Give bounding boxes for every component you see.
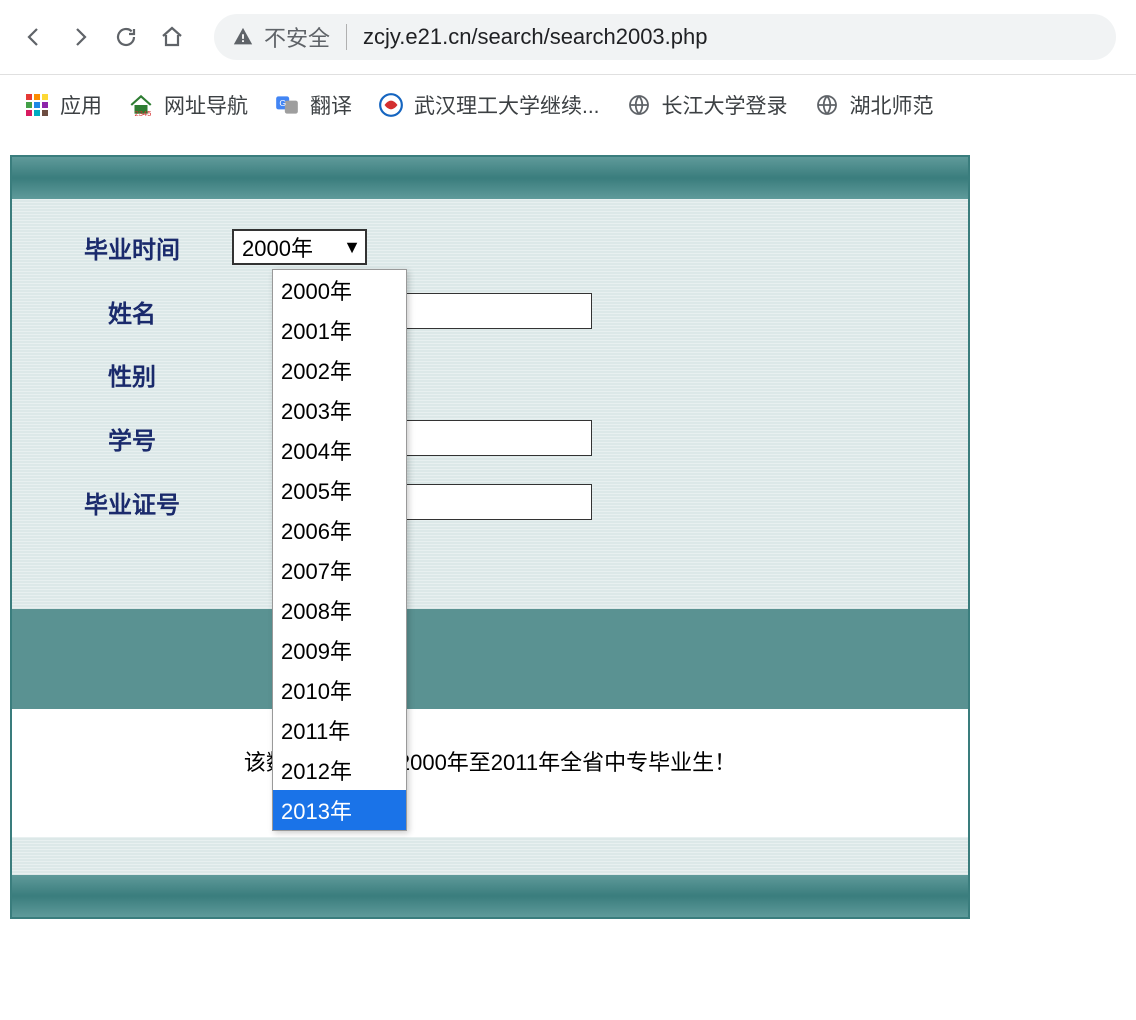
whut-logo-icon	[378, 92, 404, 118]
year-option[interactable]: 2010年	[273, 670, 406, 710]
year-option[interactable]: 2008年	[273, 590, 406, 630]
year-option[interactable]: 2000年	[273, 270, 406, 310]
database-note: 该数据库现包括2000年至2011年全省中专毕业生！	[12, 709, 968, 837]
back-button[interactable]	[20, 23, 48, 51]
row-gender: 性别	[32, 357, 948, 392]
bookmark-yangtze[interactable]: 长江大学登录	[626, 90, 788, 120]
address-divider	[346, 24, 347, 50]
bookmark-hubei-normal[interactable]: 湖北师范	[814, 90, 934, 120]
year-option[interactable]: 2003年	[273, 390, 406, 430]
search-form: 毕业时间 2000年 ▼ 姓名 性别 学号 毕业证号	[12, 199, 968, 609]
translate-icon: G	[274, 92, 300, 118]
panel-header-bar	[12, 157, 968, 199]
year-option[interactable]: 2011年	[273, 710, 406, 750]
grad-year-select[interactable]: 2000年 ▼	[232, 229, 367, 265]
row-grad-time: 毕业时间 2000年 ▼	[32, 229, 948, 265]
bookmark-nav-site[interactable]: 2345 网址导航	[128, 90, 248, 120]
year-option[interactable]: 2006年	[273, 510, 406, 550]
year-option[interactable]: 2013年	[273, 790, 406, 830]
label-gender: 性别	[32, 357, 232, 392]
bookmark-label: 武汉理工大学继续...	[414, 90, 600, 120]
home-button[interactable]	[158, 23, 186, 51]
bookmark-label: 长江大学登录	[662, 90, 788, 120]
label-grad-time: 毕业时间	[32, 230, 232, 265]
year-option[interactable]: 2005年	[273, 470, 406, 510]
insecure-icon	[232, 26, 254, 48]
label-cert-no: 毕业证号	[32, 485, 232, 520]
chevron-down-icon: ▼	[343, 237, 361, 258]
panel-mid-band	[12, 609, 968, 709]
reload-button[interactable]	[112, 23, 140, 51]
address-bar[interactable]: 不安全 zcjy.e21.cn/search/search2003.php	[214, 14, 1116, 60]
house-icon: 2345	[128, 92, 154, 118]
svg-text:G: G	[279, 98, 286, 108]
bookmark-label: 网址导航	[164, 90, 248, 120]
bookmark-whut[interactable]: 武汉理工大学继续...	[378, 90, 600, 120]
grad-year-selected: 2000年	[242, 231, 313, 263]
year-option[interactable]: 2001年	[273, 310, 406, 350]
year-option[interactable]: 2002年	[273, 350, 406, 390]
url-text: zcjy.e21.cn/search/search2003.php	[363, 24, 707, 50]
bookmark-label: 翻译	[310, 90, 352, 120]
bookmark-apps[interactable]: 应用	[24, 90, 102, 120]
page-content: 毕业时间 2000年 ▼ 姓名 性别 学号 毕业证号	[0, 135, 1136, 919]
year-option[interactable]: 2004年	[273, 430, 406, 470]
year-option[interactable]: 2007年	[273, 550, 406, 590]
panel-footer-bar	[12, 875, 968, 917]
bookmarks-bar: 应用 2345 网址导航 G 翻译 武汉理工大学继续... 长江大学登录 湖北师…	[0, 75, 1136, 135]
row-cert-no: 毕业证号	[32, 484, 948, 520]
bookmark-translate[interactable]: G 翻译	[274, 90, 352, 120]
forward-button[interactable]	[66, 23, 94, 51]
grad-year-dropdown[interactable]: 2000年2001年2002年2003年2004年2005年2006年2007年…	[272, 269, 407, 831]
globe-icon	[814, 92, 840, 118]
bookmark-label: 应用	[60, 90, 102, 120]
year-option[interactable]: 2009年	[273, 630, 406, 670]
row-student-id: 学号	[32, 420, 948, 456]
label-name: 姓名	[32, 294, 232, 329]
bookmark-label: 湖北师范	[850, 90, 934, 120]
insecure-label: 不安全	[264, 21, 330, 53]
apps-grid-icon	[24, 92, 50, 118]
year-option[interactable]: 2012年	[273, 750, 406, 790]
search-panel: 毕业时间 2000年 ▼ 姓名 性别 学号 毕业证号	[10, 155, 970, 919]
panel-spacer	[12, 837, 968, 875]
globe-icon	[626, 92, 652, 118]
browser-toolbar: 不安全 zcjy.e21.cn/search/search2003.php	[0, 0, 1136, 75]
svg-text:2345: 2345	[135, 109, 152, 118]
label-student-id: 学号	[32, 421, 232, 456]
row-name: 姓名	[32, 293, 948, 329]
